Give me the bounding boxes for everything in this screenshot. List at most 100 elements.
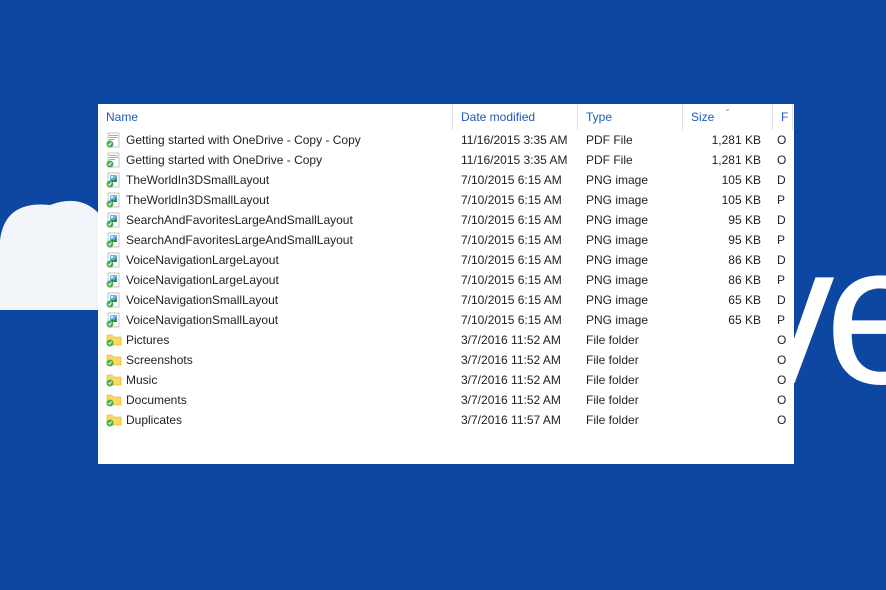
sort-indicator-icon: ⌄ [724,104,731,113]
file-date-cell: 7/10/2015 6:15 AM [453,233,578,247]
file-row[interactable]: TheWorldIn3DSmallLayout 7/10/2015 6:15 AM… [98,170,794,190]
file-date-cell: 7/10/2015 6:15 AM [453,173,578,187]
file-extra-cell: P [773,193,793,207]
folder-icon [106,412,122,428]
file-name-label: VoiceNavigationLargeLayout [126,273,279,287]
file-size-cell: 1,281 KB [683,153,773,167]
folder-icon [106,372,122,388]
file-type-cell: File folder [578,413,683,427]
file-row[interactable]: VoiceNavigationLargeLayout 7/10/2015 6:15… [98,270,794,290]
file-row[interactable]: TheWorldIn3DSmallLayout 7/10/2015 6:15 AM… [98,190,794,210]
folder-icon [106,392,122,408]
file-row[interactable]: Screenshots3/7/2016 11:52 AMFile folderO [98,350,794,370]
file-size-cell: 86 KB [683,253,773,267]
png-file-icon [106,192,122,208]
file-type-cell: File folder [578,333,683,347]
file-size-cell: 1,281 KB [683,133,773,147]
file-name-cell: VoiceNavigationLargeLayout [98,252,453,268]
file-list-body: Getting started with OneDrive - Copy - C… [98,130,794,430]
file-type-cell: PNG image [578,173,683,187]
file-type-cell: PNG image [578,193,683,207]
file-row[interactable]: Pictures 3/7/2016 11:52 AMFile folder O [98,330,794,350]
file-extra-cell: O [773,393,793,407]
file-explorer-window: Name Date modified Type ⌄ Size F Getting… [98,104,794,464]
file-name-label: TheWorldIn3DSmallLayout [126,193,269,207]
png-file-icon [106,212,122,228]
file-name-cell: Getting started with OneDrive - Copy [98,152,453,168]
file-name-label: SearchAndFavoritesLargeAndSmallLayout [126,233,353,247]
column-header-date[interactable]: Date modified [453,104,578,130]
file-type-cell: PNG image [578,213,683,227]
column-header-name[interactable]: Name [98,104,453,130]
file-date-cell: 7/10/2015 6:15 AM [453,313,578,327]
file-name-cell: VoiceNavigationSmallLayout [98,292,453,308]
folder-icon [106,332,122,348]
file-row[interactable]: VoiceNavigationLargeLayout7/10/2015 6:15… [98,250,794,270]
file-row[interactable]: VoiceNavigationSmallLayout 7/10/2015 6:15… [98,290,794,310]
png-file-icon [106,292,122,308]
file-row[interactable]: SearchAndFavoritesLargeAndSmallLayout 7/1… [98,230,794,250]
file-name-cell: Getting started with OneDrive - Copy - C… [98,132,453,148]
file-row[interactable]: Music3/7/2016 11:52 AMFile folderO [98,370,794,390]
file-date-cell: 7/10/2015 6:15 AM [453,193,578,207]
file-type-cell: PNG image [578,273,683,287]
file-type-cell: PNG image [578,253,683,267]
file-row[interactable]: Getting started with OneDrive - Copy 11/1… [98,150,794,170]
png-file-icon [106,172,122,188]
file-name-label: Duplicates [126,413,182,427]
file-name-cell: Duplicates [98,412,453,428]
file-date-cell: 3/7/2016 11:52 AM [453,353,578,367]
file-extra-cell: D [773,213,793,227]
file-name-label: VoiceNavigationSmallLayout [126,313,278,327]
file-name-label: Documents [126,393,187,407]
file-name-label: Getting started with OneDrive - Copy - C… [126,133,361,147]
file-name-label: Getting started with OneDrive - Copy [126,153,322,167]
png-file-icon [106,312,122,328]
file-extra-cell: O [773,413,793,427]
file-name-cell: TheWorldIn3DSmallLayout [98,172,453,188]
file-row[interactable]: VoiceNavigationSmallLayout 7/10/2015 6:15… [98,310,794,330]
file-name-cell: TheWorldIn3DSmallLayout [98,192,453,208]
file-date-cell: 7/10/2015 6:15 AM [453,293,578,307]
file-name-label: Music [126,373,157,387]
file-name-cell: VoiceNavigationLargeLayout [98,272,453,288]
file-date-cell: 7/10/2015 6:15 AM [453,273,578,287]
file-name-cell: SearchAndFavoritesLargeAndSmallLayout [98,232,453,248]
file-size-cell: 86 KB [683,273,773,287]
file-type-cell: File folder [578,373,683,387]
file-size-cell: 105 KB [683,193,773,207]
file-row[interactable]: Getting started with OneDrive - Copy - C… [98,130,794,150]
file-extra-cell: D [773,173,793,187]
column-header-size[interactable]: ⌄ Size [683,104,773,130]
column-header-extra[interactable]: F [773,104,793,130]
file-name-label: TheWorldIn3DSmallLayout [126,173,269,187]
file-extra-cell: P [773,233,793,247]
column-header-type[interactable]: Type [578,104,683,130]
file-extra-cell: O [773,333,793,347]
file-extra-cell: O [773,153,793,167]
file-extra-cell: O [773,353,793,367]
file-name-label: Pictures [126,333,169,347]
file-date-cell: 3/7/2016 11:52 AM [453,393,578,407]
file-name-label: SearchAndFavoritesLargeAndSmallLayout [126,213,353,227]
file-size-cell: 95 KB [683,213,773,227]
file-date-cell: 11/16/2015 3:35 AM [453,133,578,147]
file-name-label: VoiceNavigationSmallLayout [126,293,278,307]
file-type-cell: PNG image [578,233,683,247]
file-extra-cell: O [773,133,793,147]
file-date-cell: 3/7/2016 11:52 AM [453,373,578,387]
file-extra-cell: D [773,253,793,267]
file-type-cell: PNG image [578,313,683,327]
file-date-cell: 3/7/2016 11:52 AM [453,333,578,347]
file-row[interactable]: Documents 3/7/2016 11:52 AMFile folder O [98,390,794,410]
file-row[interactable]: Duplicates3/7/2016 11:57 AMFile folderO [98,410,794,430]
file-type-cell: PNG image [578,293,683,307]
folder-icon [106,352,122,368]
file-row[interactable]: SearchAndFavoritesLargeAndSmallLayout 7/1… [98,210,794,230]
png-file-icon [106,252,122,268]
file-type-cell: File folder [578,393,683,407]
file-extra-cell: D [773,293,793,307]
file-size-cell: 65 KB [683,313,773,327]
file-date-cell: 7/10/2015 6:15 AM [453,213,578,227]
file-date-cell: 11/16/2015 3:35 AM [453,153,578,167]
